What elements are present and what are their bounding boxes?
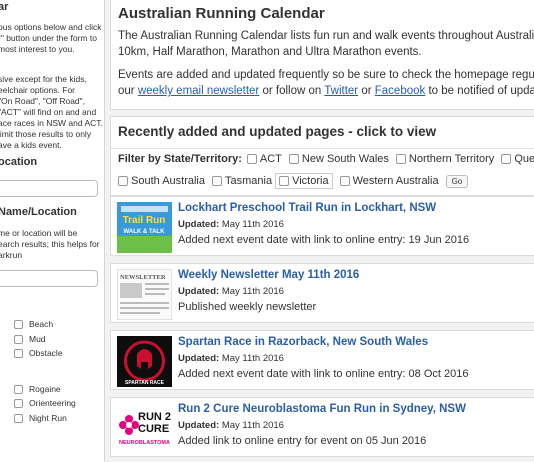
recent-pages-title: Recently added and updated pages - click… [118, 124, 437, 139]
checkbox[interactable] [212, 176, 222, 186]
item-updated: Updated: May 11th 2016 [178, 420, 284, 431]
name-location-input[interactable] [0, 270, 98, 287]
checkbox[interactable] [14, 414, 23, 423]
location-input[interactable] [0, 180, 98, 197]
page-title: Australian Running Calendar [118, 5, 325, 22]
checkbox[interactable] [14, 385, 23, 394]
spartan-thumbnail[interactable]: SPARTAN RACE [117, 336, 172, 387]
twitter-link[interactable]: Twitter [324, 85, 358, 97]
filter-obstacle[interactable]: Obstacle [14, 348, 63, 359]
checkbox[interactable] [288, 154, 299, 164]
item-description: Added next event date with link to onlin… [178, 368, 469, 380]
filter-beach[interactable]: Beach [14, 319, 53, 330]
intro-paragraph-2: Events are added and updated frequently … [118, 69, 534, 97]
state-option-qld[interactable]: Quee [501, 153, 534, 165]
sidebar-heading: ar [0, 1, 9, 13]
state-option-nsw[interactable]: New South Wales [288, 153, 389, 165]
state-option-tas[interactable]: Tasmania [212, 175, 272, 187]
thumb-neuroblastoma-text: NEUROBLASTOMA [119, 440, 170, 446]
recent-pages-panel: Recently added and updated pages - click… [110, 116, 534, 196]
sidebar-intro-text: ous options below and click r" button un… [0, 22, 102, 54]
thumb-walk-talk-text: WALK & TALK [124, 229, 166, 235]
checkbox[interactable] [339, 176, 350, 186]
filter-night-run[interactable]: Night Run [14, 413, 67, 424]
newsletter-thumbnail[interactable]: NEWSLETTER [117, 269, 172, 320]
intro-paragraph-1: The Australian Running Calendar lists fu… [118, 30, 534, 58]
divider [111, 148, 534, 149]
filter-rogaine[interactable]: Rogaine [14, 384, 61, 395]
thumb-spartan-text: SPARTAN RACE [125, 380, 165, 386]
checkbox[interactable] [279, 176, 290, 186]
item-title[interactable]: Weekly Newsletter May 11th 2016 [178, 269, 359, 281]
filter-label: Filter by State/Territory: [118, 153, 242, 165]
checkbox[interactable] [14, 399, 23, 408]
checkbox[interactable] [395, 154, 406, 164]
item-description: Added next event date with link to onlin… [178, 234, 470, 246]
sidebar-info-text: sive except for the kids, eelchair optio… [0, 74, 103, 150]
event-thumbnail[interactable]: Trail Run WALK & TALK [117, 202, 172, 253]
state-option-sa[interactable]: South Australia [118, 175, 205, 187]
thumb-trail-run-text: Trail Run [123, 215, 166, 226]
thumb-newsletter-text: NEWSLETTER [120, 274, 166, 281]
checkbox[interactable] [14, 320, 23, 329]
newsletter-link[interactable]: weekly email newsletter [138, 85, 259, 97]
item-title[interactable]: Spartan Race in Razorback, New South Wal… [178, 336, 428, 348]
go-button[interactable]: Go [445, 174, 469, 188]
name-location-heading: Name/Location [0, 206, 77, 218]
checkbox[interactable] [246, 154, 257, 164]
checkbox[interactable] [501, 154, 512, 164]
state-option-vic[interactable]: Victoria [275, 173, 333, 189]
thumb-cure-text: CURE [138, 423, 169, 435]
checkbox[interactable] [14, 335, 23, 344]
item-updated: Updated: May 11th 2016 [178, 353, 284, 364]
state-option-wa[interactable]: Western Australia [339, 175, 439, 187]
item-updated: Updated: May 11th 2016 [178, 286, 284, 297]
filter-mud[interactable]: Mud [14, 334, 46, 345]
name-help-text: me or location will be earch results; th… [0, 228, 100, 260]
filter-orienteering[interactable]: Orienteering [14, 398, 76, 409]
thumb-run2-text: RUN 2 [138, 411, 171, 423]
item-updated: Updated: May 11th 2016 [178, 219, 284, 230]
list-item[interactable]: NEWSLETTER Weekly Newsletter May 11th 20… [110, 263, 534, 323]
item-title[interactable]: Lockhart Preschool Trail Run in Lockhart… [178, 202, 436, 214]
search-sidebar: ar ous options below and click r" button… [0, 0, 105, 462]
state-filter-row-1: Filter by State/Territory: ACT New South… [118, 153, 534, 165]
run2cure-thumbnail[interactable]: RUN 2 CURE NEUROBLASTOMA [117, 403, 172, 454]
main-content: Australian Running Calendar The Australi… [108, 0, 534, 462]
item-title[interactable]: Run 2 Cure Neuroblastoma Fun Run in Sydn… [178, 403, 466, 415]
list-item[interactable]: RUN 2 CURE NEUROBLASTOMA Run 2 Cure Neur… [110, 397, 534, 457]
checkbox[interactable] [118, 176, 128, 186]
list-item[interactable]: SPARTAN RACE Spartan Race in Razorback, … [110, 330, 534, 390]
intro-panel: Australian Running Calendar The Australi… [110, 0, 534, 110]
state-filter-row-2: South Australia Tasmania Victoria Wester… [118, 173, 469, 189]
state-option-nt[interactable]: Northern Territory [395, 153, 494, 165]
item-description: Added link to online entry for event on … [178, 435, 427, 447]
item-description: Published weekly newsletter [178, 301, 317, 313]
checkbox[interactable] [14, 349, 23, 358]
state-option-act[interactable]: ACT [246, 153, 282, 165]
facebook-link[interactable]: Facebook [375, 85, 426, 97]
list-item[interactable]: Trail Run WALK & TALK Lockhart Preschool… [110, 196, 534, 256]
location-heading: ocation [0, 156, 38, 168]
